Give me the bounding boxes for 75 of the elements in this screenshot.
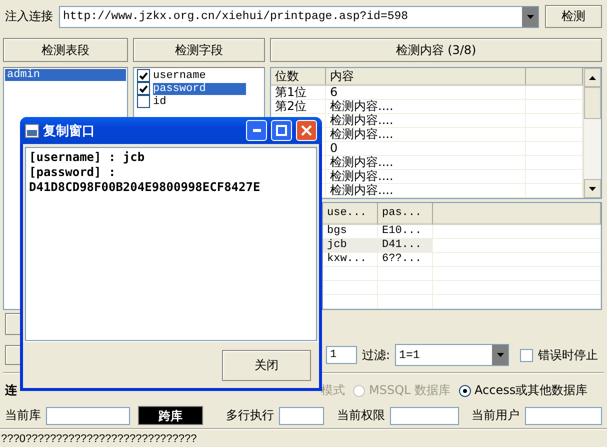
filter-label: 过滤: [362, 346, 390, 364]
multi-exec-label: 多行执行 [226, 407, 274, 424]
minimize-button[interactable] [246, 120, 267, 141]
cross-db-button[interactable]: 跨库 [138, 406, 204, 425]
filter-combo[interactable]: 1=1 [395, 344, 510, 366]
minimize-icon [252, 129, 260, 132]
table-cell: 第1位 [275, 86, 307, 99]
count-field[interactable]: 1 [326, 346, 357, 364]
column-header[interactable]: use... [323, 203, 378, 225]
table-list-item[interactable]: admin [5, 69, 126, 81]
column-header[interactable]: pas... [378, 203, 433, 225]
checkbox[interactable] [137, 95, 150, 108]
privilege-label: 当前权限 [337, 407, 386, 424]
user-label: 当前用户 [472, 407, 520, 424]
radio-label: Access或其他数据库 [474, 382, 588, 399]
table-cell: 6??... [382, 253, 422, 266]
dropdown-arrow-icon [496, 353, 504, 357]
column-header[interactable]: 位数 [271, 68, 326, 86]
scroll-up-icon[interactable] [589, 76, 596, 80]
table-cell: 6 [330, 86, 338, 99]
dialog-title: 复制窗口 [43, 122, 96, 140]
table-cell: 0 [330, 142, 338, 155]
table-cell: D41... [382, 239, 422, 252]
table-cell: 检测内容.... [330, 156, 394, 169]
text-line: D41D8CD98F00B204E9800998ECF8427E [29, 180, 262, 195]
url-label: 注入连接 [5, 8, 53, 25]
table-cell: 检测内容.... [330, 128, 394, 141]
scroll-down-icon[interactable] [589, 186, 596, 190]
text-line: [username] : jcb [29, 150, 146, 165]
detect-button[interactable]: 检测 [545, 5, 602, 28]
checkbox[interactable] [137, 82, 150, 95]
url-combo[interactable]: http://www.jzkx.org.cn/xiehui/printpage.asp?id=598 [59, 6, 539, 28]
radio-button[interactable] [458, 384, 471, 396]
scrollbar[interactable] [583, 68, 601, 198]
table-cell: bgs [327, 225, 347, 238]
table-cell: 检测内容.... [330, 114, 394, 127]
dialog-title-bar[interactable]: 复制窗口 [20, 117, 322, 144]
close-dialog-button[interactable]: 关闭 [222, 350, 311, 380]
text-line: [password] : [29, 165, 117, 180]
table-cell: 检测内容.... [330, 100, 394, 113]
radio-label: MSSQL 数据库 [369, 382, 451, 399]
field-name[interactable]: id [153, 96, 206, 108]
copy-text-area[interactable]: [username] : jcb [password] : D41D8CD98F00B204E9800998ECF8427E [25, 147, 317, 341]
table-cell: kxw... [327, 253, 367, 266]
table-row[interactable]: kxw... 6??... [323, 253, 433, 266]
privilege-field[interactable] [390, 406, 459, 424]
close-icon [301, 125, 312, 136]
field-name[interactable]: password [153, 82, 246, 94]
close-button[interactable] [296, 120, 317, 141]
table-cell: E10... [382, 225, 422, 238]
maximize-button[interactable] [271, 120, 292, 141]
section-header-button[interactable]: 检测表段 [3, 38, 128, 62]
table-cell: 第2位 [275, 100, 307, 113]
table-row[interactable]: jcb D41... [323, 239, 433, 252]
checkbox[interactable] [137, 69, 150, 82]
maximize-icon [276, 125, 287, 136]
field-name[interactable]: username [153, 70, 246, 82]
current-db-label: 当前库 [5, 407, 41, 424]
connection-label: 连 [5, 382, 17, 399]
current-db-field[interactable] [46, 406, 130, 424]
dropdown-arrow-icon [526, 14, 534, 18]
table-cell: jcb [327, 239, 347, 252]
mode-label: 模式 [321, 382, 345, 399]
table-cell: 检测内容.... [330, 184, 394, 197]
scrollbar-thumb[interactable] [584, 87, 601, 119]
section-header-button[interactable]: 检测内容 (3/8) [270, 38, 602, 62]
checkbox-label: 错误时停止 [538, 346, 598, 364]
section-header-button[interactable]: 检测字段 [133, 38, 265, 62]
checkbox[interactable] [520, 348, 534, 362]
status-text: ???0???????????????????????????? [1, 432, 197, 444]
table-row[interactable]: bgs E10... [323, 225, 433, 238]
column-header[interactable]: 内容 [326, 68, 526, 86]
multi-exec-field[interactable] [279, 406, 324, 424]
user-field[interactable] [524, 406, 602, 424]
table-cell: 检测内容.... [330, 170, 394, 183]
